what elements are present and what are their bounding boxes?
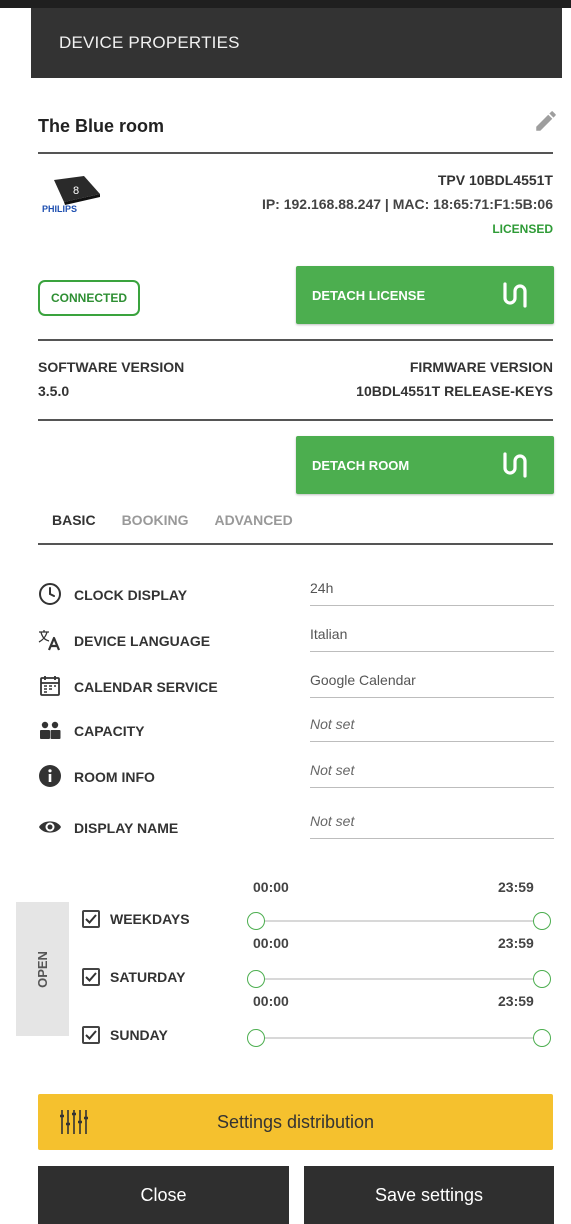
saturday-slider-track[interactable] [256, 978, 542, 980]
property-row-device-language: DEVICE LANGUAGE Italian [38, 626, 554, 656]
day-label: SATURDAY [110, 969, 186, 985]
translate-icon [38, 630, 61, 651]
sunday-slider-track[interactable] [256, 1037, 542, 1039]
day-row-weekdays: WEEKDAYS [82, 906, 190, 932]
property-label: CAPACITY [74, 723, 145, 739]
saturday-checkbox[interactable] [82, 968, 100, 986]
software-version-value: 3.5.0 [38, 383, 70, 399]
firmware-version-value: 10BDL4551T RELEASE-KEYS [356, 383, 553, 399]
saturday-start-time: 00:00 [253, 935, 289, 951]
day-row-saturday: SATURDAY [82, 964, 185, 990]
dialog-header: DEVICE PROPERTIES [31, 8, 562, 78]
sunday-checkbox[interactable] [82, 1026, 100, 1044]
sunday-end-time: 23:59 [498, 993, 534, 1009]
sliders-icon [60, 1110, 88, 1134]
device-language-select[interactable]: Italian [310, 626, 554, 652]
calendar-icon [40, 676, 60, 696]
settings-tabs: BASIC BOOKING ADVANCED [38, 512, 319, 532]
property-row-clock-display: CLOCK DISPLAY 24h [38, 580, 554, 610]
checkmark-icon [85, 1030, 97, 1040]
room-info-input[interactable]: Not set [310, 762, 554, 788]
weekdays-end-time: 23:59 [498, 879, 534, 895]
checkmark-icon [85, 972, 97, 982]
weekdays-end-handle[interactable] [533, 912, 551, 930]
property-label: DEVICE LANGUAGE [74, 633, 211, 649]
sunday-start-time: 00:00 [253, 993, 289, 1009]
property-label: CALENDAR SERVICE [74, 679, 218, 695]
dialog-title: DEVICE PROPERTIES [59, 33, 240, 52]
device-logo: 8 PHILIPS [42, 176, 100, 214]
software-version-label: SOFTWARE VERSION [38, 359, 185, 375]
detach-license-button[interactable]: DETACH LICENSE [296, 266, 554, 324]
day-label: SUNDAY [110, 1027, 168, 1043]
weekdays-start-handle[interactable] [247, 912, 265, 930]
checkmark-icon [85, 914, 97, 924]
room-name: The Blue room [38, 116, 165, 136]
property-label: CLOCK DISPLAY [74, 587, 188, 603]
property-label: ROOM INFO [74, 769, 155, 785]
device-model: TPV 10BDL4551T [437, 172, 553, 188]
connection-status-badge: CONNECTED [38, 280, 140, 316]
detach-room-button[interactable]: DETACH ROOM [296, 436, 554, 494]
property-row-capacity: CAPACITY Not set [38, 716, 554, 746]
tab-advanced[interactable]: ADVANCED [214, 512, 292, 532]
divider [38, 152, 553, 154]
tab-booking[interactable]: BOOKING [122, 512, 189, 532]
device-network-info: IP: 192.168.88.247 | MAC: 18:65:71:F1:5B… [261, 196, 553, 212]
saturday-end-time: 23:59 [498, 935, 534, 951]
day-label: WEEKDAYS [110, 911, 190, 927]
clock-icon [39, 583, 61, 605]
license-status: LICENSED [492, 222, 553, 236]
divider [38, 419, 553, 421]
tab-basic[interactable]: BASIC [52, 512, 96, 532]
firmware-version-label: FIRMWARE VERSION [409, 359, 553, 375]
close-button[interactable]: Close [38, 1166, 289, 1224]
info-icon [39, 765, 61, 787]
weekdays-checkbox[interactable] [82, 910, 100, 928]
weekdays-start-time: 00:00 [253, 879, 289, 895]
divider [38, 543, 553, 545]
eye-icon [39, 821, 61, 833]
detach-icon [503, 452, 527, 478]
divider [38, 339, 553, 341]
save-settings-button[interactable]: Save settings [304, 1166, 554, 1224]
property-row-display-name: DISPLAY NAME Not set [38, 813, 554, 843]
settings-distribution-button[interactable]: Settings distribution [38, 1094, 553, 1150]
weekdays-slider-track[interactable] [256, 920, 542, 922]
property-label: DISPLAY NAME [74, 820, 179, 836]
property-row-room-info: ROOM INFO Not set [38, 762, 554, 792]
sunday-end-handle[interactable] [533, 1029, 551, 1047]
pencil-icon[interactable] [533, 108, 559, 134]
svg-text:8: 8 [73, 185, 79, 197]
display-name-input[interactable]: Not set [310, 813, 554, 839]
saturday-start-handle[interactable] [247, 970, 265, 988]
property-row-calendar-service: CALENDAR SERVICE Google Calendar [38, 672, 554, 702]
open-hours-tab: OPEN [16, 902, 69, 1036]
saturday-end-handle[interactable] [533, 970, 551, 988]
calendar-service-select[interactable]: Google Calendar [310, 672, 554, 698]
svg-text:PHILIPS: PHILIPS [42, 204, 77, 214]
clock-display-select[interactable]: 24h [310, 580, 554, 606]
detach-icon [503, 282, 527, 308]
people-icon [40, 721, 61, 739]
capacity-input[interactable]: Not set [310, 716, 554, 742]
sunday-start-handle[interactable] [247, 1029, 265, 1047]
day-row-sunday: SUNDAY [82, 1022, 168, 1048]
top-strip [0, 0, 571, 8]
